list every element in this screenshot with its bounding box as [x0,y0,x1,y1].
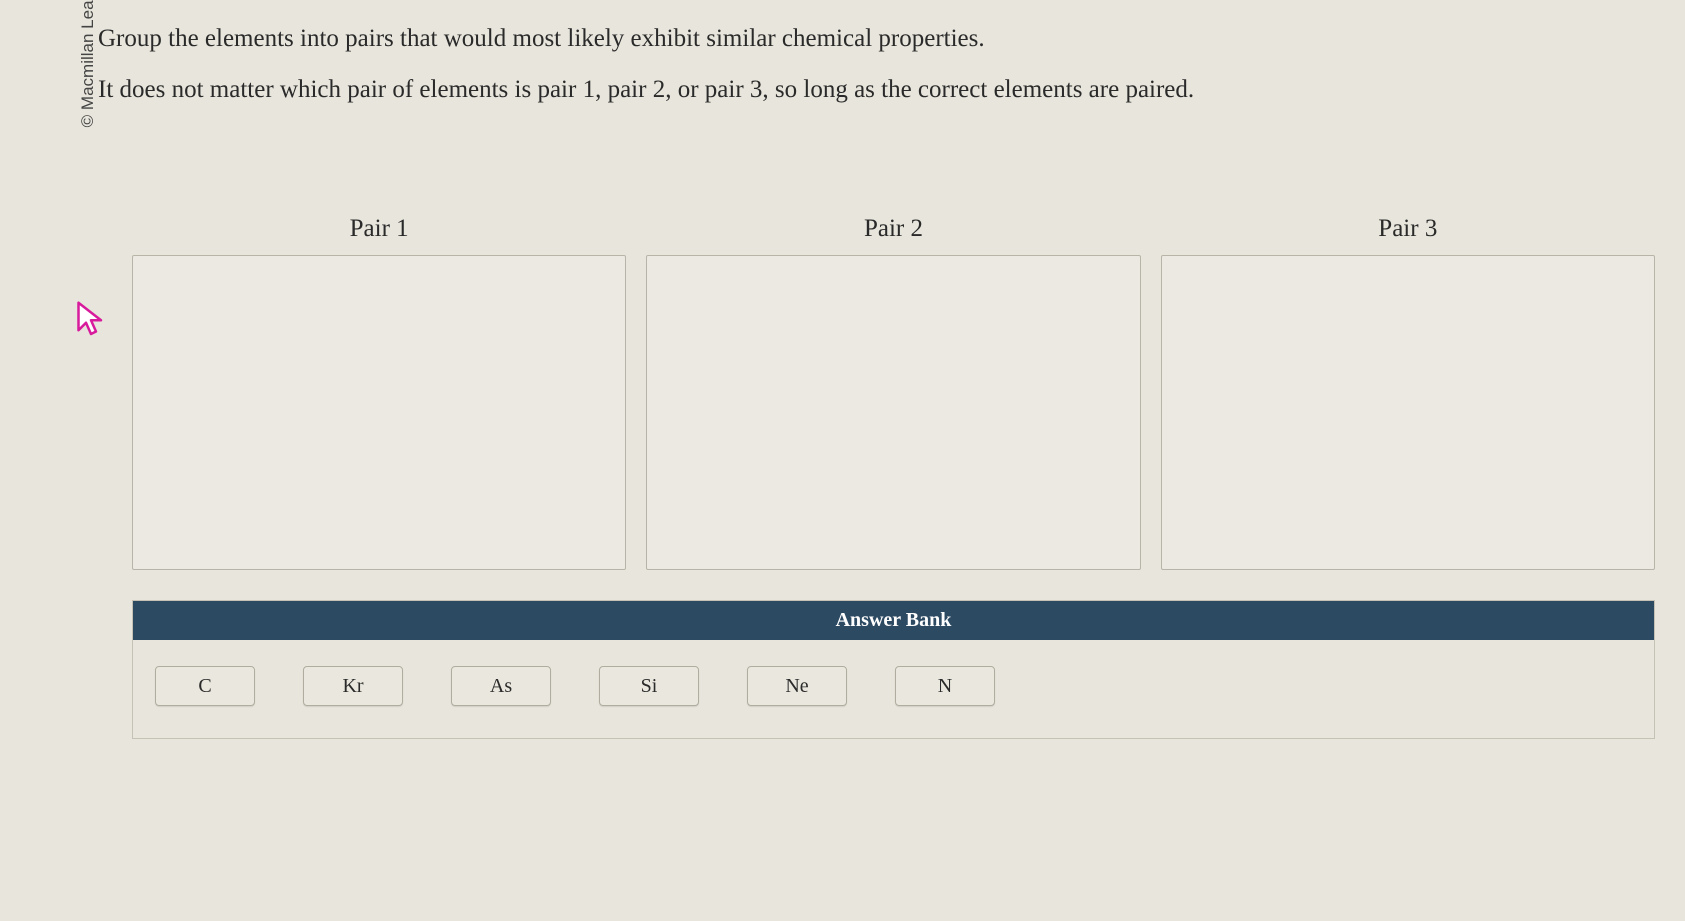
pair-1-group: Pair 1 [132,215,626,570]
pair-3-dropzone[interactable] [1161,255,1655,570]
pair-1-label: Pair 1 [132,215,626,243]
pair-3-group: Pair 3 [1161,215,1655,570]
pair-2-dropzone[interactable] [646,255,1140,570]
question-area: Group the elements into pairs that would… [98,16,1655,118]
question-text: Group the elements into pairs that would… [98,16,1655,112]
pair-2-group: Pair 2 [646,215,1140,570]
element-tile-n[interactable]: N [895,666,995,706]
pair-1-dropzone[interactable] [132,255,626,570]
answer-bank-container: Answer Bank C Kr As Si Ne N [132,600,1655,739]
answer-bank-title: Answer Bank [133,601,1654,640]
element-tile-as[interactable]: As [451,666,551,706]
element-tile-c[interactable]: C [155,666,255,706]
pairs-container: Pair 1 Pair 2 Pair 3 [132,215,1655,570]
question-line-1: Group the elements into pairs that would… [98,16,1655,61]
answer-bank: C Kr As Si Ne N [133,640,1654,738]
cursor-icon [76,300,106,343]
element-tile-ne[interactable]: Ne [747,666,847,706]
element-tile-kr[interactable]: Kr [303,666,403,706]
element-tile-si[interactable]: Si [599,666,699,706]
pair-2-label: Pair 2 [646,215,1140,243]
copyright-text: © Macmillan Learning [78,0,98,145]
pair-3-label: Pair 3 [1161,215,1655,243]
question-line-2: It does not matter which pair of element… [98,67,1655,112]
